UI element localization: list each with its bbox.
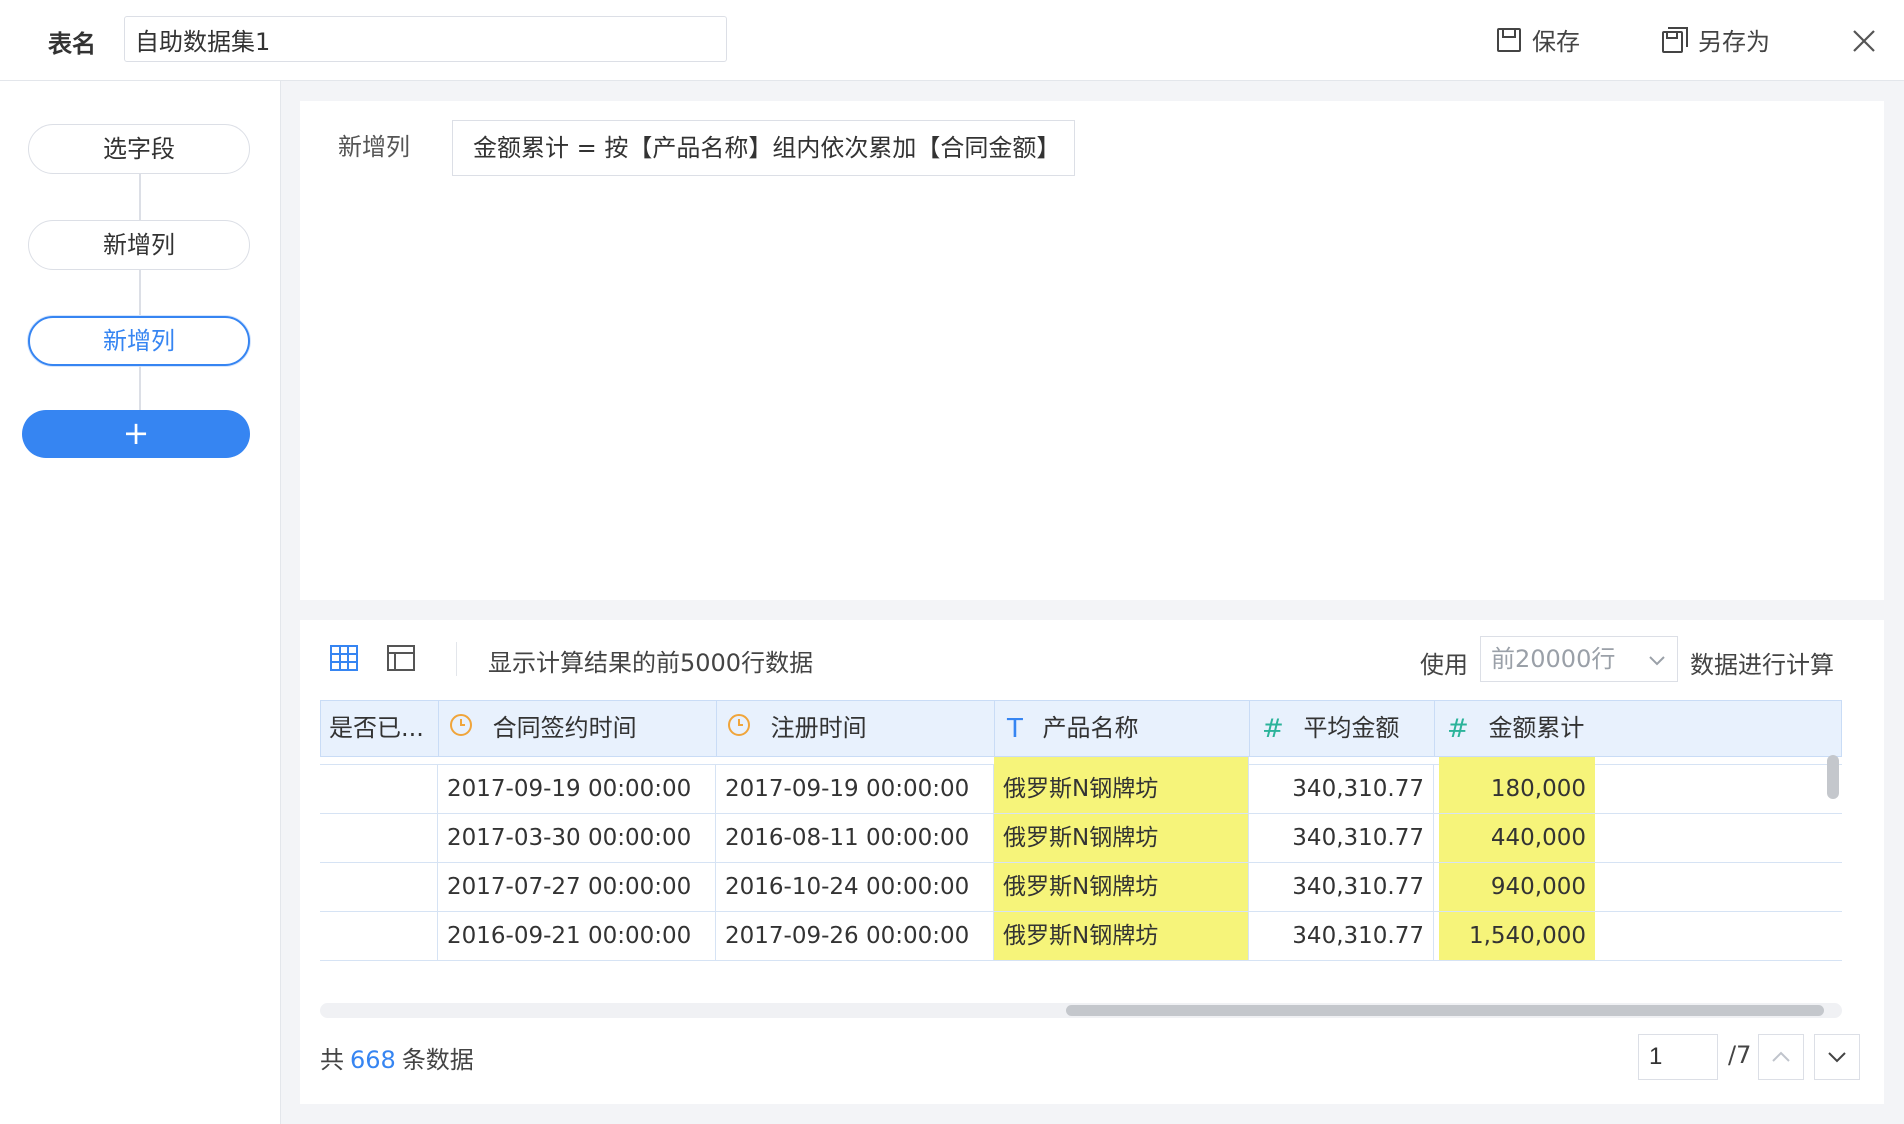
page-total: /7	[1728, 1041, 1752, 1069]
grid-view-icon[interactable]	[328, 642, 360, 674]
record-count-suffix: 条数据	[401, 1046, 474, 1074]
step-connector	[139, 366, 141, 410]
chevron-up-icon	[1772, 1051, 1790, 1062]
save-as-label: 另存为	[1698, 28, 1770, 56]
text-type-icon: T	[1007, 713, 1023, 744]
column-header[interactable]: T 产品名称	[995, 701, 1250, 756]
column-header[interactable]: 合同签约时间	[439, 701, 717, 756]
number-type-icon: #	[1447, 713, 1469, 744]
toolbar-divider	[456, 642, 457, 676]
column-header-label: 平均金额	[1303, 714, 1400, 742]
column-header-label: 合同签约时间	[492, 714, 637, 742]
steps-sidebar: 选字段 新增列 新增列 +	[0, 81, 281, 1124]
save-as-icon	[1662, 26, 1688, 53]
preview-description: 显示计算结果的前5000行数据	[488, 649, 814, 677]
step-add-column-2[interactable]: 新增列	[28, 316, 250, 366]
column-header-label: 是否已...	[329, 714, 424, 742]
table-cell	[1439, 757, 1595, 765]
save-icon	[1497, 27, 1521, 52]
step-connector	[139, 174, 141, 220]
horizontal-scrollbar[interactable]	[320, 1003, 1842, 1018]
table-cell: 2016-08-11 00:00:00	[716, 814, 994, 862]
use-label: 使用	[1420, 651, 1468, 679]
table-header: 是否已... 合同签约时间 注册时间 T 产品名称 # 平均金额 # 金额累计	[320, 700, 1842, 757]
table-name-input[interactable]	[124, 16, 727, 62]
table-cell: 2017-03-30 00:00:00	[438, 814, 716, 862]
table-cell	[320, 814, 438, 862]
rows-select[interactable]: 前20000行	[1480, 636, 1678, 682]
table-row-partial	[320, 757, 1842, 765]
table-cell: 俄罗斯N钢牌坊	[994, 814, 1249, 862]
column-header-label: 金额累计	[1488, 714, 1585, 742]
step-connector	[139, 270, 141, 316]
record-count: 共 668 条数据	[320, 1040, 474, 1075]
table-cell: 俄罗斯N钢牌坊	[994, 765, 1249, 813]
table-cell: 2016-09-21 00:00:00	[438, 912, 716, 960]
chevron-down-icon	[1828, 1052, 1846, 1063]
table-cell: 2017-09-26 00:00:00	[716, 912, 994, 960]
table-cell: 1,540,000	[1439, 912, 1595, 960]
table-row[interactable]: 2016-09-21 00:00:00 2017-09-26 00:00:00 …	[320, 912, 1842, 961]
vertical-scrollbar-thumb[interactable]	[1827, 755, 1839, 799]
table-cell	[320, 912, 438, 960]
record-count-value: 668	[350, 1046, 396, 1074]
column-header-label: 产品名称	[1042, 714, 1139, 742]
rows-select-value: 前20000行	[1491, 645, 1616, 673]
save-as-button[interactable]: 另存为	[1660, 22, 1770, 57]
add-step-button[interactable]: +	[22, 410, 250, 458]
clock-icon	[727, 702, 751, 757]
column-header[interactable]: # 平均金额	[1250, 701, 1435, 756]
top-bar: 表名 保存 另存为	[0, 0, 1904, 81]
next-page-button[interactable]	[1814, 1034, 1860, 1080]
save-label: 保存	[1532, 28, 1580, 56]
step-select-fields[interactable]: 选字段	[28, 124, 250, 174]
save-button[interactable]: 保存	[1494, 22, 1580, 57]
formula-expression-box[interactable]: 金额累计 = 按【产品名称】组内依次累加【合同金额】	[452, 120, 1075, 176]
table-cell: 340,310.77	[1249, 814, 1434, 862]
table-cell: 340,310.77	[1249, 863, 1434, 911]
data-preview-panel: 显示计算结果的前5000行数据 使用 前20000行 数据进行计算 是否已...…	[300, 620, 1884, 1104]
column-header[interactable]: 注册时间	[717, 701, 995, 756]
table-cell: 俄罗斯N钢牌坊	[994, 912, 1249, 960]
table-cell: 俄罗斯N钢牌坊	[994, 863, 1249, 911]
record-count-prefix: 共	[320, 1046, 344, 1074]
table-name-label: 表名	[48, 30, 96, 58]
horizontal-scrollbar-thumb[interactable]	[1066, 1005, 1824, 1016]
layout-view-icon[interactable]	[385, 642, 417, 674]
calc-label: 数据进行计算	[1690, 651, 1834, 679]
number-type-icon: #	[1262, 713, 1284, 744]
table-cell: 2017-09-19 00:00:00	[716, 765, 994, 813]
table-cell: 940,000	[1439, 863, 1595, 911]
formula-label: 新增列	[338, 133, 410, 161]
table-cell: 2016-10-24 00:00:00	[716, 863, 994, 911]
table-cell: 2017-09-19 00:00:00	[438, 765, 716, 813]
table-cell: 440,000	[1439, 814, 1595, 862]
column-header-label: 注册时间	[770, 714, 867, 742]
column-header[interactable]: 是否已...	[321, 701, 439, 756]
step-add-column-1[interactable]: 新增列	[28, 220, 250, 270]
table-cell	[994, 757, 1249, 765]
table-cell: 340,310.77	[1249, 912, 1434, 960]
table-row[interactable]: 2017-03-30 00:00:00 2016-08-11 00:00:00 …	[320, 814, 1842, 863]
table-cell	[320, 863, 438, 911]
table-cell: 340,310.77	[1249, 765, 1434, 813]
table-cell: 180,000	[1439, 765, 1595, 813]
table-row[interactable]: 2017-09-19 00:00:00 2017-09-19 00:00:00 …	[320, 765, 1842, 814]
column-header[interactable]: # 金额累计	[1435, 701, 1841, 756]
clock-icon	[449, 702, 473, 757]
formula-panel: 新增列 金额累计 = 按【产品名称】组内依次累加【合同金额】	[300, 101, 1884, 600]
prev-page-button[interactable]	[1758, 1034, 1804, 1080]
table-row[interactable]: 2017-07-27 00:00:00 2016-10-24 00:00:00 …	[320, 863, 1842, 912]
table-cell: 2017-07-27 00:00:00	[438, 863, 716, 911]
data-table: 是否已... 合同签约时间 注册时间 T 产品名称 # 平均金额 # 金额累计	[320, 700, 1842, 1018]
page-number-input[interactable]	[1638, 1034, 1718, 1080]
close-icon[interactable]	[1849, 26, 1879, 56]
chevron-down-icon	[1649, 656, 1665, 666]
table-cell	[320, 765, 438, 813]
